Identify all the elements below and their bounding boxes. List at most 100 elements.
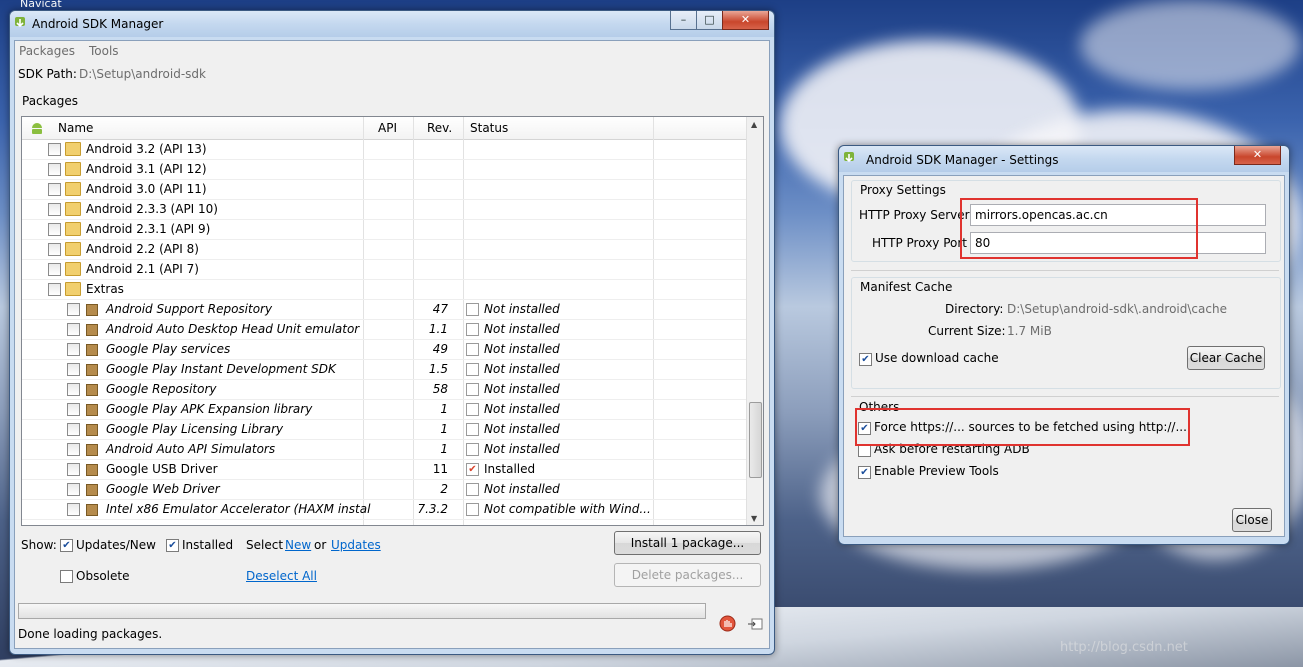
row-checkbox[interactable] [48, 223, 61, 236]
installed-checkbox[interactable]: ✔ [166, 539, 179, 552]
row-checkbox[interactable] [48, 163, 61, 176]
updates-new-label[interactable]: Updates/New [76, 538, 156, 552]
row-checkbox[interactable] [67, 363, 80, 376]
row-checkbox[interactable] [48, 203, 61, 216]
table-row[interactable]: Google Play APK Expansion library 1 Not in… [22, 399, 746, 420]
row-checkbox[interactable] [48, 263, 61, 276]
window-title: Android SDK Manager [32, 17, 164, 31]
package-status: Not installed [484, 362, 560, 376]
title-bar[interactable]: Android SDK Manager – □ ✕ [10, 11, 774, 37]
table-row[interactable]: Android 3.0 (API 11) [22, 179, 746, 200]
settings-title: Android SDK Manager - Settings [866, 153, 1059, 167]
delete-packages-button[interactable]: Delete packages... [614, 563, 761, 587]
taskbar-app-label[interactable]: Navicat [20, 0, 62, 10]
clear-cache-button[interactable]: Clear Cache [1187, 346, 1265, 370]
package-revision: 47 [432, 302, 448, 316]
package-name: Android Support Repository [106, 302, 273, 316]
row-checkbox[interactable] [67, 463, 80, 476]
row-checkbox[interactable] [67, 443, 80, 456]
updates-new-checkbox[interactable]: ✔ [60, 539, 73, 552]
show-label: Show: [21, 538, 57, 552]
table-row[interactable]: Android Support Repository 47 Not installe… [22, 299, 746, 320]
row-checkbox[interactable] [67, 303, 80, 316]
sdk-path-label: SDK Path: [18, 67, 77, 81]
table-row[interactable]: Google Play Instant Development SDK 1.5 No… [22, 359, 746, 380]
package-icon [86, 464, 98, 476]
row-checkbox[interactable] [48, 143, 61, 156]
package-status: Installed [484, 462, 536, 476]
installed-label[interactable]: Installed [182, 538, 233, 552]
package-icon [86, 344, 98, 356]
table-row[interactable]: Android Auto API Simulators 1 Not installe… [22, 439, 746, 460]
table-row[interactable]: Google Play services 49 Not installed [22, 339, 746, 360]
table-row[interactable]: Google Web Driver 2 Not installed [22, 479, 746, 500]
row-checkbox[interactable] [67, 423, 80, 436]
obsolete-checkbox[interactable] [60, 570, 73, 583]
vertical-scrollbar[interactable]: ▲ ▼ [746, 117, 763, 525]
package-name: Android Auto API Simulators [106, 442, 276, 456]
select-updates-link[interactable]: Updates [331, 538, 381, 552]
use-download-cache-checkbox[interactable]: ✔ [859, 353, 872, 366]
table-row[interactable]: Android Auto Desktop Head Unit emulator 1… [22, 319, 746, 340]
stop-hand-icon[interactable] [719, 615, 736, 632]
scroll-down-arrow[interactable]: ▼ [751, 514, 757, 523]
table-row[interactable]: Android 2.3.3 (API 10) [22, 199, 746, 220]
table-row[interactable]: Extras [22, 279, 746, 300]
close-window-button[interactable]: ✕ [722, 11, 769, 30]
row-checkbox[interactable] [67, 503, 80, 516]
package-name: Google Web Driver [106, 482, 220, 496]
enable-preview-tools-checkbox[interactable]: ✔ [858, 466, 871, 479]
close-button[interactable]: Close [1232, 508, 1272, 532]
scroll-up-arrow[interactable]: ▲ [751, 120, 757, 129]
row-checkbox[interactable] [67, 403, 80, 416]
settings-title-bar[interactable]: Android SDK Manager - Settings ✕ [839, 146, 1289, 172]
table-row[interactable]: Android 2.2 (API 8) [22, 239, 746, 260]
scrollbar-thumb[interactable] [749, 402, 762, 478]
table-row[interactable]: Android 3.1 (API 12) [22, 159, 746, 180]
menu-tools[interactable]: Tools [89, 44, 119, 58]
android-icon [32, 123, 42, 134]
package-status: Not installed [484, 302, 560, 316]
package-icon [86, 484, 98, 496]
row-checkbox[interactable] [67, 483, 80, 496]
minimize-button[interactable]: – [670, 11, 697, 30]
row-checkbox[interactable] [67, 383, 80, 396]
platform-folder-icon [65, 242, 81, 256]
table-row[interactable]: Android 2.1 (API 7) [22, 259, 746, 280]
table-row[interactable]: Google USB Driver 11 ✔ Installed [22, 459, 746, 480]
package-revision: 1.1 [428, 322, 448, 336]
deselect-all-link[interactable]: Deselect All [246, 569, 317, 583]
package-icon [86, 444, 98, 456]
maximize-button[interactable]: □ [696, 11, 723, 30]
column-name[interactable]: Name [58, 121, 93, 135]
menu-packages[interactable]: Packages [19, 44, 75, 58]
package-name: Android 3.2 (API 13) [86, 142, 207, 156]
log-icon[interactable] [747, 617, 763, 631]
row-checkbox[interactable] [67, 323, 80, 336]
column-api[interactable]: API [378, 121, 397, 135]
use-download-cache-label[interactable]: Use download cache [875, 351, 999, 365]
select-new-link[interactable]: New [285, 538, 311, 552]
package-icon [86, 504, 98, 516]
table-row[interactable]: Android 2.3.1 (API 9) [22, 219, 746, 240]
column-rev[interactable]: Rev. [427, 121, 452, 135]
package-name: Google USB Driver [106, 462, 218, 476]
package-icon [86, 304, 98, 316]
platform-folder-icon [65, 142, 81, 156]
enable-preview-tools-label[interactable]: Enable Preview Tools [874, 464, 999, 478]
obsolete-label[interactable]: Obsolete [76, 569, 129, 583]
not-installed-icon [466, 423, 479, 436]
package-status: Not installed [484, 342, 560, 356]
table-row[interactable]: Intel x86 Emulator Accelerator (HAXM ins… [22, 499, 746, 520]
install-packages-button[interactable]: Install 1 package... [614, 531, 761, 555]
table-row[interactable]: Android 3.2 (API 13) [22, 139, 746, 160]
table-row[interactable]: Google Repository 58 Not installed [22, 379, 746, 400]
row-checkbox[interactable] [48, 183, 61, 196]
row-checkbox[interactable] [48, 283, 61, 296]
row-checkbox[interactable] [48, 243, 61, 256]
installed-check-icon: ✔ [466, 463, 479, 476]
row-checkbox[interactable] [67, 343, 80, 356]
column-status[interactable]: Status [470, 121, 508, 135]
close-settings-button[interactable]: ✕ [1234, 146, 1281, 165]
table-row[interactable]: Google Play Licensing Library 1 Not instal… [22, 419, 746, 440]
